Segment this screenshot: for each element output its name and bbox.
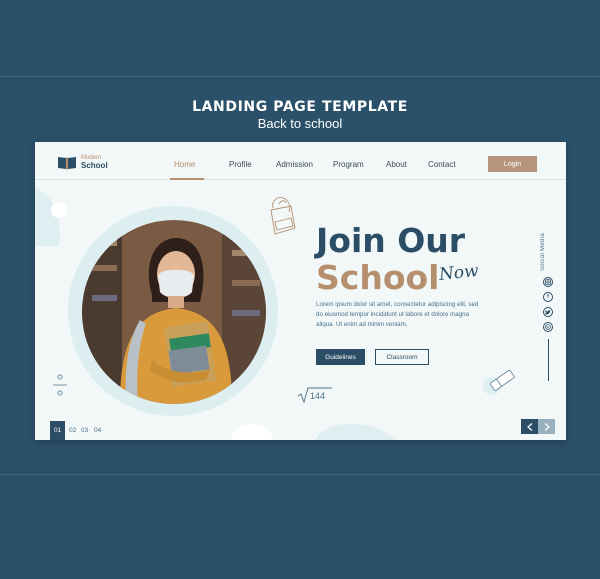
social-media-label: Social Media (540, 233, 546, 272)
nav-active-indicator (170, 178, 204, 180)
decorative-blob-bottom (232, 423, 395, 440)
prev-slide-button[interactable] (521, 419, 538, 434)
book-icon (58, 156, 76, 170)
backpack-doodle-icon (270, 197, 296, 235)
instagram-icon[interactable] (543, 277, 553, 287)
division-doodle-icon (53, 374, 67, 396)
student-photo (82, 220, 266, 404)
nav-item-contact[interactable]: Contact (428, 160, 456, 170)
hero-description: Lorem ipsum dolor sit amet, consectetur … (316, 301, 479, 328)
hero-title-script: Now (438, 260, 480, 286)
nav-item-home[interactable]: Home (174, 160, 195, 170)
social-divider-line (548, 339, 549, 381)
facebook-icon[interactable]: f (543, 292, 553, 302)
login-button[interactable]: Login (488, 156, 537, 172)
chevron-left-icon (526, 422, 532, 431)
page-number-1[interactable]: 01 (54, 427, 61, 435)
page-heading: LANDING PAGE TEMPLATE Back to school (0, 99, 600, 132)
divider-top (0, 76, 600, 77)
hero-title: Join Our School (316, 222, 465, 297)
page-number-3[interactable]: 03 (81, 427, 88, 435)
whatsapp-icon[interactable] (543, 322, 553, 332)
nav-item-admission[interactable]: Admission (276, 160, 313, 170)
logo[interactable]: Modern School (57, 154, 108, 170)
guidelines-button[interactable]: Guidelines (316, 349, 365, 365)
next-slide-button[interactable] (538, 419, 555, 434)
nav-item-about[interactable]: About (386, 160, 407, 170)
eraser-doodle-icon (483, 369, 515, 395)
classroom-button[interactable]: Classroom (375, 349, 429, 365)
logo-line2: School (81, 161, 108, 170)
page-number-2[interactable]: 02 (69, 427, 76, 435)
hero-title-line1: Join Our (316, 221, 466, 260)
twitter-icon[interactable] (543, 307, 553, 317)
landing-page-mockup: Modern School Home Profile Admission Pro… (35, 142, 566, 440)
nav-item-program[interactable]: Program (333, 160, 364, 170)
decorative-blob-left (35, 187, 67, 246)
page-number-4[interactable]: 04 (94, 427, 101, 435)
page-subtitle: Back to school (257, 116, 343, 131)
nav-item-profile[interactable]: Profile (229, 160, 252, 170)
page-title: LANDING PAGE TEMPLATE (192, 99, 408, 115)
square-root-doodle: 144 (297, 387, 332, 404)
chevron-right-icon (544, 422, 550, 431)
square-root-value: 144 (310, 391, 325, 401)
divider-bottom (0, 474, 600, 475)
top-nav: Modern School Home Profile Admission Pro… (35, 142, 566, 180)
